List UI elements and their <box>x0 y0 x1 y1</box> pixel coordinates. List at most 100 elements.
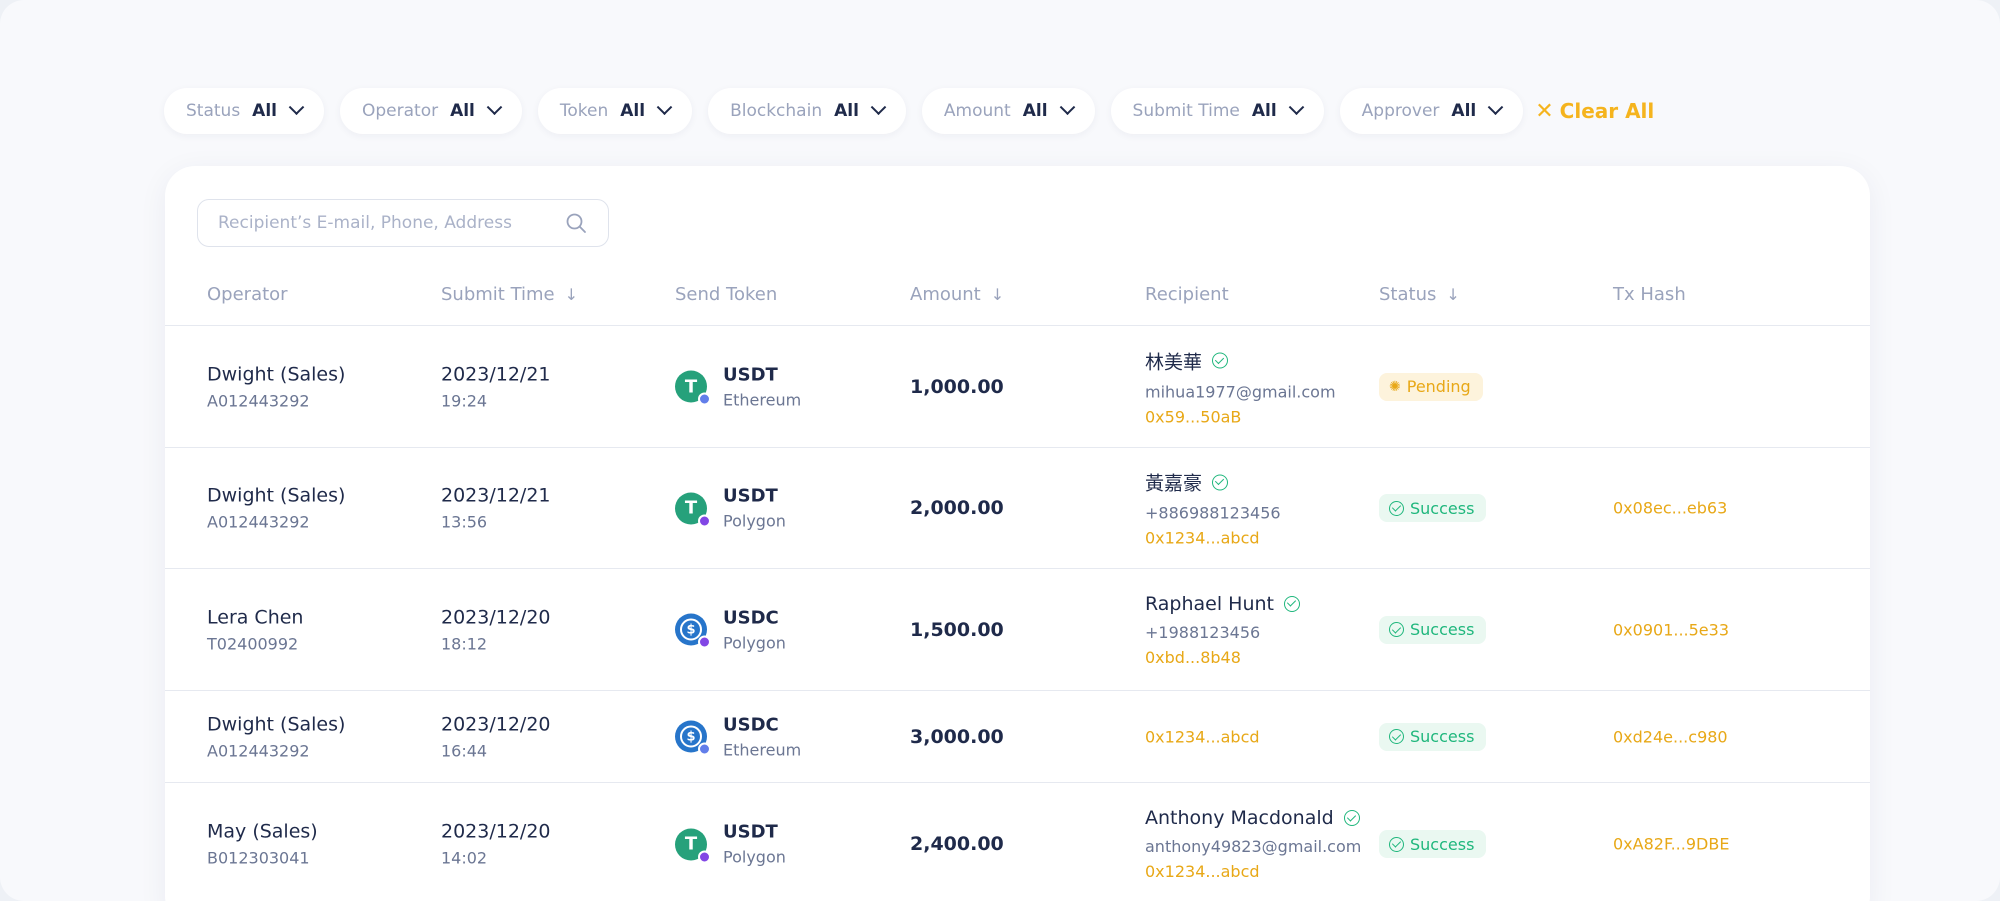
operator-name: Dwight (Sales) <box>207 484 346 507</box>
submit-date: 2023/12/21 <box>441 363 551 385</box>
sort-arrow-icon[interactable]: ↓ <box>565 285 578 304</box>
verified-check-icon <box>1284 595 1301 612</box>
filter-approver[interactable]: Approver All <box>1339 88 1524 134</box>
page-frame: Status All Operator All Token All Blockc… <box>0 0 2000 901</box>
token-chain: Polygon <box>723 633 786 652</box>
recipient-contact: +1988123456 <box>1145 622 1261 642</box>
amount-value: 3,000.00 <box>910 725 1004 748</box>
polygon-icon <box>698 635 711 649</box>
recipient-address[interactable]: 0x1234...abcd <box>1145 862 1361 881</box>
polygon-icon <box>698 850 711 863</box>
token-name: USDT <box>723 821 778 843</box>
operator-name: Dwight (Sales) <box>207 363 346 385</box>
table-row[interactable]: May (Sales) B012303041 2023/12/20 14:02 … <box>165 783 1870 901</box>
filter-operator[interactable]: Operator All <box>339 88 522 134</box>
tx-hash-link[interactable]: 0x0901...5e33 <box>1613 620 1729 639</box>
recipient-name: 林美華 <box>1145 351 1203 373</box>
filter-token[interactable]: Token All <box>537 88 693 134</box>
col-label: Operator <box>207 284 288 305</box>
col-label: Recipient <box>1145 284 1229 305</box>
operator-id: A012443292 <box>207 512 310 532</box>
sort-arrow-icon[interactable]: ↓ <box>1446 285 1459 304</box>
filter-blockchain[interactable]: Blockchain All <box>708 88 906 134</box>
table-row[interactable]: Dwight (Sales) A012443292 2023/12/20 16:… <box>165 691 1870 783</box>
col-label: Amount <box>910 284 981 305</box>
status-badge: Success <box>1379 494 1487 522</box>
status-badge: ✺ Pending <box>1379 372 1483 401</box>
status-text: Success <box>1410 498 1475 518</box>
col-label: Send Token <box>675 284 778 305</box>
operator-id: T02400992 <box>207 634 299 653</box>
token-name: USDT <box>723 364 778 385</box>
transactions-card: Operator Submit Time ↓ Send Token Amount… <box>165 166 1870 901</box>
token-name: USDC <box>723 714 779 735</box>
recipient-address[interactable]: 0x1234...abcd <box>1145 727 1260 746</box>
filter-value: All <box>1022 101 1048 121</box>
token-chain: Ethereum <box>723 740 802 759</box>
col-label: Submit Time <box>441 284 555 305</box>
sort-arrow-icon[interactable]: ↓ <box>991 285 1004 304</box>
filter-label: Submit Time <box>1132 101 1240 121</box>
token-chain: Ethereum <box>723 390 802 409</box>
recipient-address[interactable]: 0x1234...abcd <box>1145 529 1281 548</box>
submit-time: 19:24 <box>441 391 488 410</box>
filter-submit-time[interactable]: Submit Time All <box>1110 88 1324 134</box>
spinner-icon: ✺ <box>1389 378 1401 395</box>
status-badge: Success <box>1379 830 1487 858</box>
tx-hash-link[interactable]: 0xd24e...c980 <box>1613 727 1728 746</box>
submit-date: 2023/12/20 <box>441 713 551 735</box>
token-name: USDC <box>723 607 779 628</box>
filter-label: Blockchain <box>730 101 823 121</box>
token-chain: Polygon <box>723 847 786 867</box>
search-input[interactable] <box>218 213 564 233</box>
col-operator: Operator <box>207 284 288 305</box>
filter-label: Token <box>559 101 609 121</box>
recipient-name: Raphael Hunt <box>1145 592 1275 615</box>
token-name: USDT <box>723 485 778 507</box>
operator-name: May (Sales) <box>207 820 318 843</box>
operator-name: Dwight (Sales) <box>207 713 346 735</box>
usdc-icon: $ <box>675 613 711 649</box>
filter-value: All <box>252 101 277 121</box>
status-text: Pending <box>1406 377 1471 396</box>
submit-time: 14:02 <box>441 848 488 868</box>
col-submit-time[interactable]: Submit Time ↓ <box>441 284 578 305</box>
table-row[interactable]: Dwight (Sales) A012443292 2023/12/21 13:… <box>165 448 1870 569</box>
search-icon[interactable] <box>564 211 588 235</box>
filter-status[interactable]: Status All <box>164 88 324 134</box>
filter-amount[interactable]: Amount All <box>921 88 1095 134</box>
filter-value: All <box>834 101 859 121</box>
submit-date: 2023/12/20 <box>441 606 551 628</box>
col-status[interactable]: Status ↓ <box>1379 284 1460 305</box>
tx-hash-link[interactable]: 0xA82F...9DBE <box>1613 835 1729 854</box>
ethereum-icon <box>698 742 711 756</box>
status-badge: Success <box>1379 722 1487 751</box>
usdt-icon: T <box>675 492 711 527</box>
filter-bar: Status All Operator All Token All Blockc… <box>164 88 1654 134</box>
table-row[interactable]: Lera Chen T02400992 2023/12/20 18:12 $ U… <box>165 569 1870 691</box>
table-row[interactable]: Dwight (Sales) A012443292 2023/12/21 19:… <box>165 326 1870 448</box>
tx-hash-link[interactable]: 0x08ec...eb63 <box>1613 499 1727 518</box>
recipient-address[interactable]: 0x59...50aB <box>1145 407 1336 426</box>
col-recipient: Recipient <box>1145 284 1229 305</box>
ethereum-icon <box>698 392 711 406</box>
status-text: Success <box>1410 620 1475 639</box>
verified-check-icon <box>1343 810 1360 826</box>
search-box[interactable] <box>197 199 609 247</box>
status-text: Success <box>1410 727 1475 746</box>
recipient-address[interactable]: 0xbd...8b48 <box>1145 648 1300 667</box>
col-amount[interactable]: Amount ↓ <box>910 284 1004 305</box>
submit-date: 2023/12/21 <box>441 484 551 507</box>
close-icon: ✕ <box>1535 98 1554 124</box>
token-chain: Polygon <box>723 511 786 531</box>
chevron-down-icon <box>486 98 503 115</box>
usdc-icon: $ <box>675 720 711 756</box>
usdt-icon: T <box>675 370 711 406</box>
recipient-name: Anthony Macdonald <box>1145 807 1334 829</box>
filter-value: All <box>620 101 646 121</box>
filter-value: All <box>1451 101 1477 121</box>
operator-name: Lera Chen <box>207 606 304 628</box>
status-text: Success <box>1410 834 1475 854</box>
chevron-down-icon <box>1487 98 1504 115</box>
clear-all-button[interactable]: ✕ Clear All <box>1535 99 1654 124</box>
